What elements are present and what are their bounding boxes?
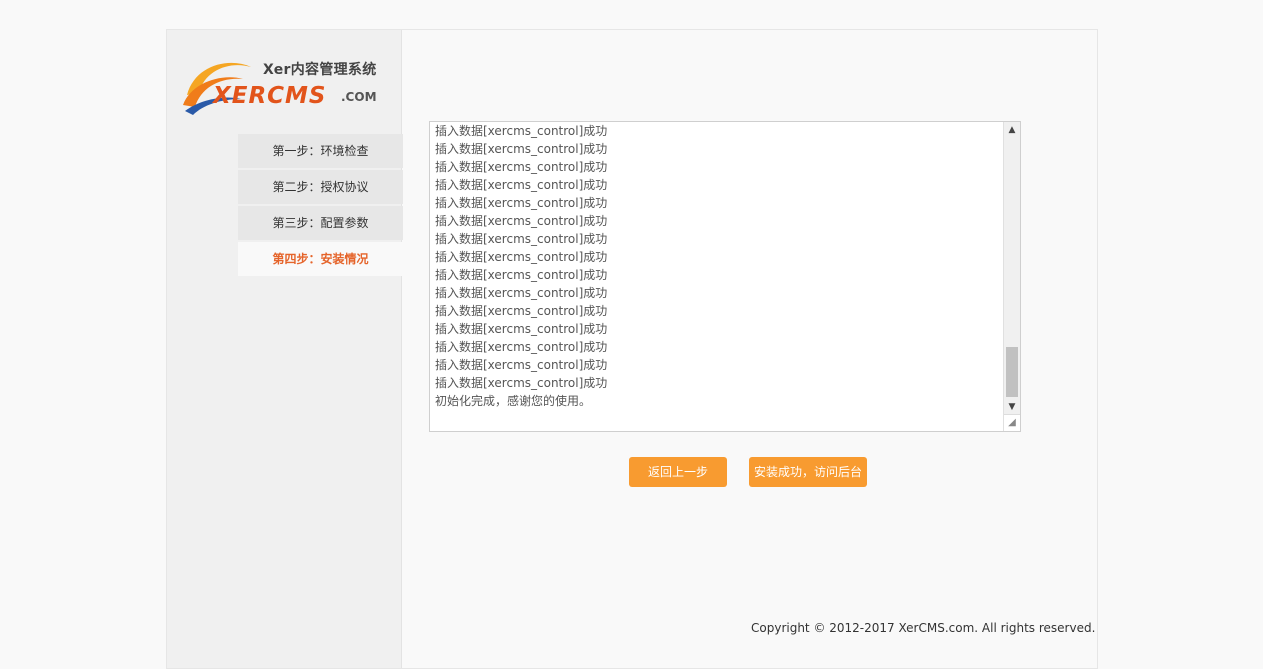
- scroll-down-icon[interactable]: ▼: [1004, 399, 1020, 415]
- log-line: 插入数据[xercms_control]成功: [435, 142, 608, 156]
- log-line: 插入数据[xercms_control]成功: [435, 124, 608, 138]
- log-line: 插入数据[xercms_control]成功: [435, 250, 608, 264]
- visit-admin-button[interactable]: 安装成功，访问后台: [749, 457, 867, 487]
- log-line: 插入数据[xercms_control]成功: [435, 268, 608, 282]
- step-environment-check: 第一步：环境检查: [238, 134, 403, 168]
- log-line: 插入数据[xercms_control]成功: [435, 286, 608, 300]
- step-install-status: 第四步：安装情况: [238, 242, 403, 276]
- log-line: 插入数据[xercms_control]成功: [435, 340, 608, 354]
- logo-tagline: Xer内容管理系统: [263, 62, 377, 78]
- install-log-lines: 插入数据[xercms_control]成功 插入数据[xercms_contro…: [435, 122, 1000, 431]
- log-line: 插入数据[xercms_control]成功: [435, 178, 608, 192]
- installer-frame: Xer内容管理系统 XERCMS .COM 第一步：环境检查 第二步：授权协议 …: [166, 29, 1098, 669]
- install-steps: 第一步：环境检查 第二步：授权协议 第三步：配置参数 第四步：安装情况: [238, 134, 403, 278]
- log-line: 初始化完成，感谢您的使用。: [435, 394, 592, 408]
- copyright-text: Copyright © 2012-2017 XerCMS.com. All ri…: [751, 621, 1096, 635]
- log-line: 插入数据[xercms_control]成功: [435, 214, 608, 228]
- log-scrollbar[interactable]: ▲ ▼ ◢: [1003, 122, 1020, 431]
- log-line: 插入数据[xercms_control]成功: [435, 196, 608, 210]
- log-line: 插入数据[xercms_control]成功: [435, 322, 608, 336]
- scroll-up-icon[interactable]: ▲: [1004, 122, 1020, 138]
- step-configure-params: 第三步：配置参数: [238, 206, 403, 240]
- resize-grip-icon[interactable]: ◢: [1004, 414, 1020, 431]
- sidebar: Xer内容管理系统 XERCMS .COM 第一步：环境检查 第二步：授权协议 …: [167, 30, 403, 668]
- install-log-textarea[interactable]: 插入数据[xercms_control]成功 插入数据[xercms_contro…: [429, 121, 1021, 432]
- scroll-thumb[interactable]: [1006, 347, 1018, 397]
- logo-domain: .COM: [341, 90, 377, 104]
- log-line: 插入数据[xercms_control]成功: [435, 358, 608, 372]
- logo-brand: XERCMS: [213, 83, 327, 109]
- log-line: 插入数据[xercms_control]成功: [435, 160, 608, 174]
- log-line: 插入数据[xercms_control]成功: [435, 376, 608, 390]
- log-line: 插入数据[xercms_control]成功: [435, 304, 608, 318]
- xercms-logo: Xer内容管理系统 XERCMS .COM: [181, 55, 386, 115]
- step-license-agreement: 第二步：授权协议: [238, 170, 403, 204]
- back-button[interactable]: 返回上一步: [629, 457, 727, 487]
- log-line: 插入数据[xercms_control]成功: [435, 232, 608, 246]
